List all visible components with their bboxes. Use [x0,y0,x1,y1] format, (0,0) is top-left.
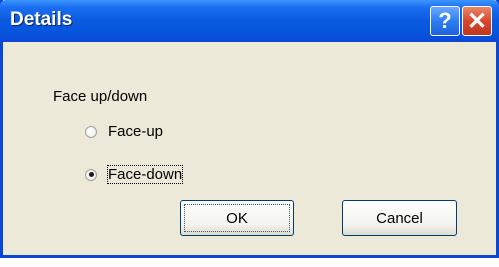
radio-face-down-label[interactable]: Face-down [107,165,184,184]
face-up-down-label: Face up/down [53,88,148,105]
radio-face-up-label[interactable]: Face-up [107,122,164,141]
close-button[interactable]: ✕ [462,6,492,36]
radio-face-down[interactable]: Face-down [85,165,184,184]
radio-face-up[interactable]: Face-up [85,122,164,141]
radio-dot-icon [88,172,94,177]
radio-button-selected-icon[interactable] [85,168,97,181]
radio-button-icon[interactable] [85,125,97,138]
title-bar[interactable]: Details ? ✕ [0,0,499,42]
dialog-title: Details [10,9,73,30]
cancel-button[interactable]: Cancel [342,200,457,236]
help-button[interactable]: ? [430,6,460,36]
ok-button[interactable]: OK [180,200,294,236]
ok-focus-rect: OK [184,204,290,232]
close-x-icon: ✕ [466,7,488,35]
ok-button-label: OK [226,209,248,227]
cancel-button-label: Cancel [376,209,423,227]
question-mark-icon: ? [438,8,452,33]
